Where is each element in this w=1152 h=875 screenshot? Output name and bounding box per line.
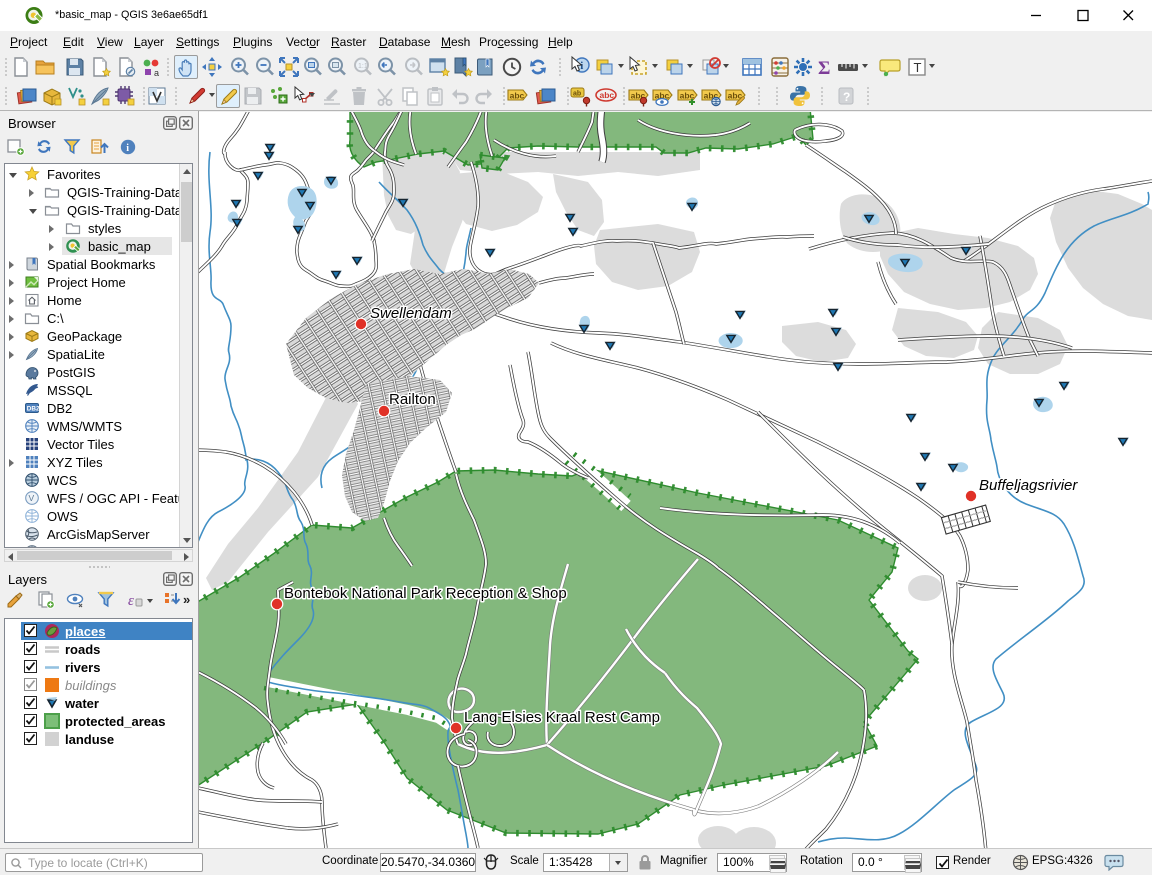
svg-text:abc: abc <box>600 90 615 100</box>
svg-text:Swellendam: Swellendam <box>370 305 452 322</box>
svg-text:Railton: Railton <box>389 391 436 408</box>
svg-text:1:1: 1:1 <box>358 63 368 70</box>
svg-text:a: a <box>154 68 159 78</box>
svg-text:?: ? <box>843 90 850 104</box>
svg-text:Buffeljagsrivier: Buffeljagsrivier <box>979 477 1078 494</box>
svg-text:i: i <box>126 143 129 154</box>
svg-text:Σ: Σ <box>818 58 830 79</box>
svg-text:V: V <box>29 493 35 503</box>
svg-text:ε: ε <box>128 593 134 609</box>
svg-text:DB2: DB2 <box>27 405 40 412</box>
svg-text:abc: abc <box>510 91 525 101</box>
svg-text:i: i <box>580 60 583 72</box>
svg-text:T: T <box>914 60 922 75</box>
svg-text:Bontebok National Park Recepti: Bontebok National Park Reception & Shop <box>284 585 567 602</box>
svg-text:ab: ab <box>573 91 581 98</box>
svg-text:Lang Elsies Kraal Rest Camp: Lang Elsies Kraal Rest Camp <box>464 709 660 726</box>
